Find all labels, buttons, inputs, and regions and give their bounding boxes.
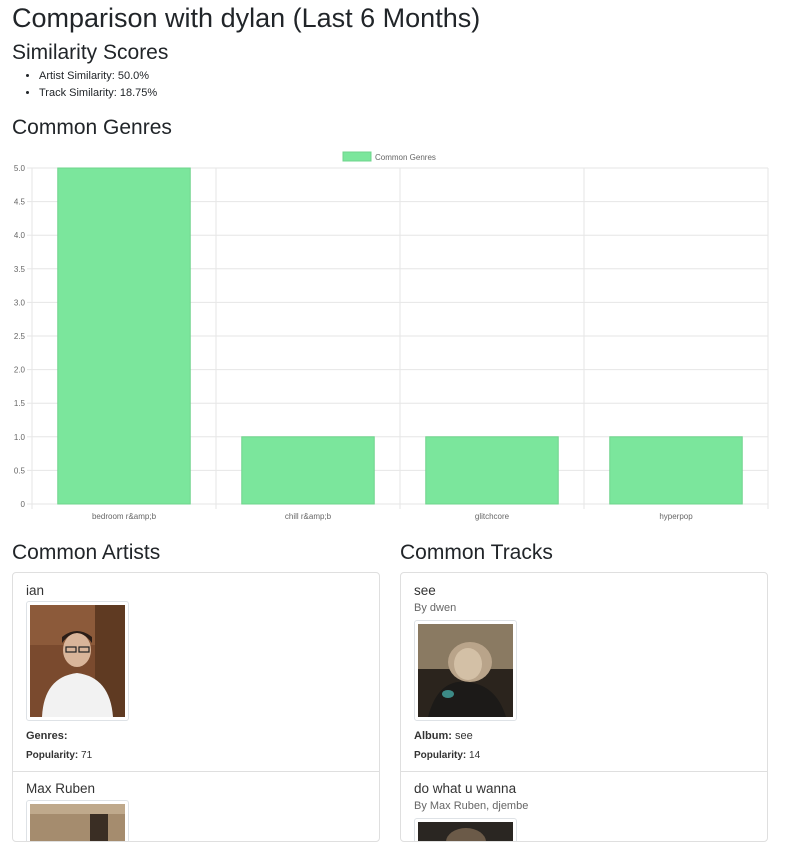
artist-item: Max Ruben <box>13 771 379 841</box>
artist-image <box>26 800 129 841</box>
track-popularity-value: 14 <box>469 750 481 761</box>
y-tick-label: 0 <box>21 500 26 509</box>
track-name: see <box>414 583 436 598</box>
y-tick-label: 0.5 <box>14 466 26 475</box>
track-artists: By dwen <box>414 602 457 614</box>
track-item: do what u wanna By Max Ruben, djembe <box>401 771 767 841</box>
tracks-card: see By dwen Album: see Popularity: 14 do… <box>400 572 768 842</box>
y-tick-label: 2.5 <box>14 332 26 341</box>
x-tick-label: hyperpop <box>659 512 693 521</box>
x-tick-label: chill r&amp;b <box>285 512 332 521</box>
track-similarity-item: Track Similarity: 18.75% <box>39 85 157 102</box>
artist-similarity-value: 50.0% <box>117 70 150 82</box>
album-cover <box>418 624 513 717</box>
x-tick-label: bedroom r&amp;b <box>92 512 157 521</box>
artist-name: ian <box>26 583 45 598</box>
bar <box>57 167 191 505</box>
track-similarity-label: Track Similarity: <box>39 87 117 99</box>
track-album-value: see <box>454 730 473 742</box>
artist-photo <box>30 605 125 717</box>
bar <box>425 436 559 505</box>
similarity-heading: Similarity Scores <box>12 41 169 64</box>
y-tick-label: 3.5 <box>14 265 26 274</box>
artist-similarity-item: Artist Similarity: 50.0% <box>39 68 157 85</box>
x-tick-label: glitchcore <box>475 512 510 521</box>
artist-similarity-label: Artist Similarity: <box>39 70 115 82</box>
artist-name: Max Ruben <box>26 781 96 796</box>
similarity-list: Artist Similarity: 50.0% Track Similarit… <box>12 68 157 102</box>
artist-genres: Genres: <box>26 730 68 742</box>
track-name: do what u wanna <box>414 781 517 796</box>
track-album-art <box>414 620 517 721</box>
legend-swatch <box>342 151 372 162</box>
track-artists: By Max Ruben, djembe <box>414 800 529 812</box>
tracks-heading: Common Tracks <box>400 541 553 564</box>
artist-item: ian Genres: Popularity: 71 <box>13 573 379 771</box>
y-tick-label: 3.0 <box>14 298 26 307</box>
common-genres-chart: 0 0.5 1.0 1.5 2.0 2.5 3.0 3.5 4.0 4.5 5.0 bedroom r… <box>0 145 800 525</box>
track-popularity: Popularity: 14 <box>414 750 480 761</box>
artist-popularity: Popularity: 71 <box>26 750 92 761</box>
y-tick-label: 2.0 <box>14 366 26 375</box>
album-cover <box>418 822 513 841</box>
track-album-art <box>414 818 517 841</box>
y-tick-label: 4.0 <box>14 231 26 240</box>
y-tick-label: 1.5 <box>14 399 26 408</box>
track-album: Album: see <box>414 730 473 742</box>
y-tick-label: 4.5 <box>14 198 26 207</box>
y-tick-label: 5.0 <box>14 164 26 173</box>
track-album-label: Album: <box>414 730 452 742</box>
y-tick-label: 1.0 <box>14 433 26 442</box>
track-item: see By dwen Album: see Popularity: 14 <box>401 573 767 771</box>
artists-heading: Common Artists <box>12 541 161 564</box>
genres-heading: Common Genres <box>12 116 172 139</box>
bar <box>609 436 743 505</box>
artist-popularity-label: Popularity: <box>26 750 79 761</box>
artist-photo <box>30 804 125 841</box>
artists-card: ian Genres: Popularity: 71 Max Ruben <box>12 572 380 842</box>
page-title: Comparison with dylan (Last 6 Months) <box>12 3 481 33</box>
legend-label: Common Genres <box>375 153 436 162</box>
bar <box>241 436 375 505</box>
track-similarity-value: 18.75% <box>119 87 158 99</box>
artist-popularity-value: 71 <box>81 750 93 761</box>
artist-genres-label: Genres: <box>26 730 68 742</box>
track-popularity-label: Popularity: <box>414 750 467 761</box>
genre-chart-svg: 0 0.5 1.0 1.5 2.0 2.5 3.0 3.5 4.0 4.5 5.0 bedroom r… <box>14 151 769 521</box>
artist-image <box>26 601 129 721</box>
